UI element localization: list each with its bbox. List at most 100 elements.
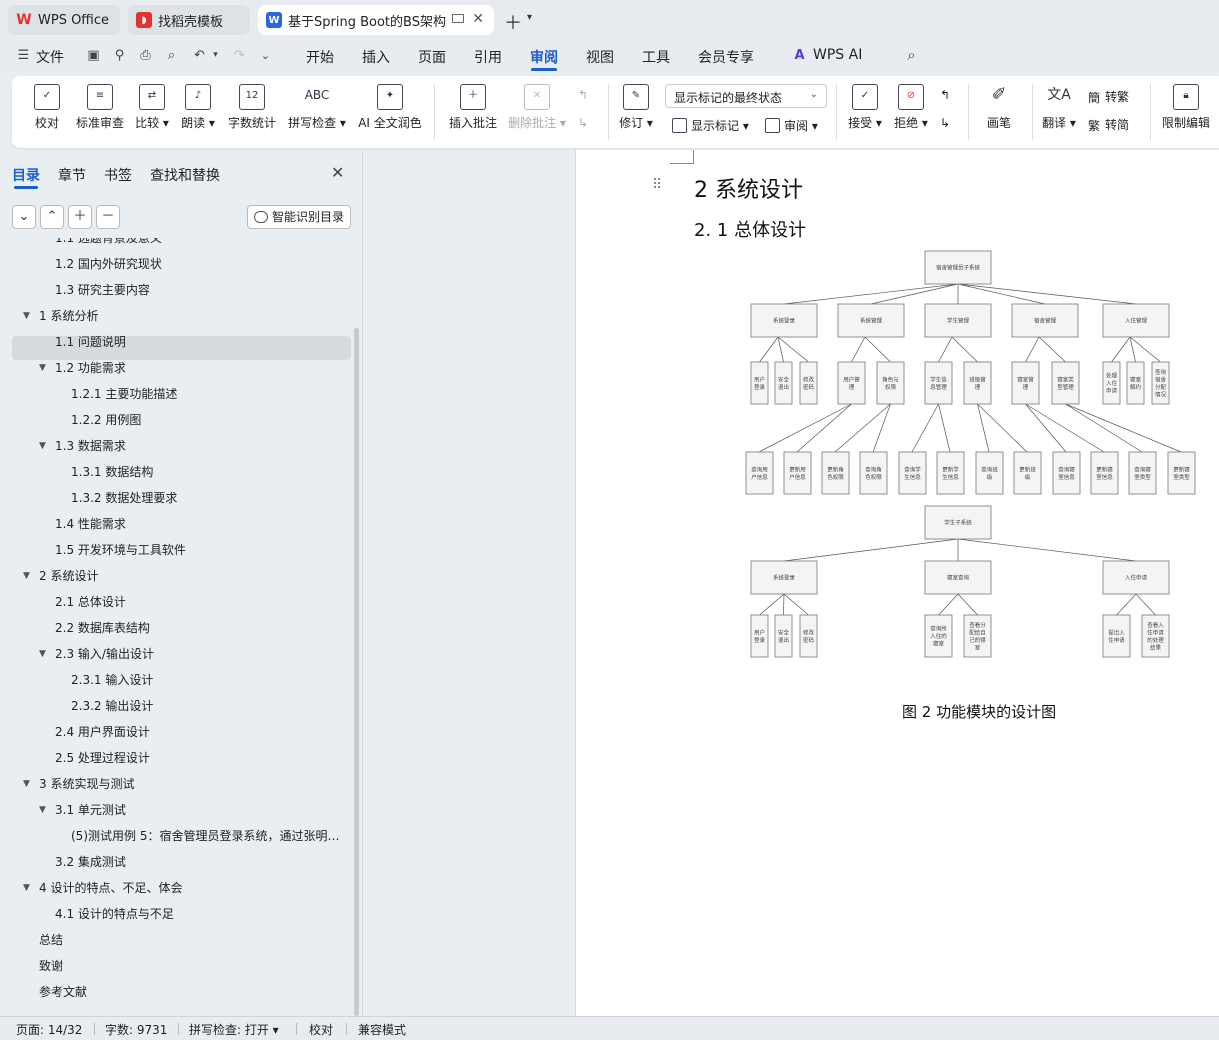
toc-item[interactable]: 1.3.1 数据结构 (71, 459, 340, 485)
status-proofread[interactable]: 校对 (309, 1021, 333, 1038)
toc-item[interactable]: 4.1 设计的特点与不足 (55, 901, 340, 927)
toc-scrollbar[interactable] (354, 328, 359, 1016)
toc-item[interactable]: 1.2.2 用例图 (71, 407, 340, 433)
new-tab-plus-icon[interactable]: ＋ (504, 9, 522, 35)
more-chevron-icon[interactable]: ⌄ (258, 48, 273, 63)
menu-page[interactable]: 页面 (418, 47, 446, 67)
toc-item[interactable]: 参考文献 (39, 979, 340, 1005)
toc-item[interactable]: 致谢 (39, 953, 340, 979)
menu-member[interactable]: 会员专享 (698, 47, 754, 67)
menu-insert[interactable]: 插入 (362, 47, 390, 67)
panel-tab-toc[interactable]: 目录 (12, 165, 40, 185)
undo-icon[interactable]: ↶ (192, 48, 207, 63)
toc-item[interactable]: 3 系统实现与测试 ▼ (23, 771, 340, 797)
show-markup-button[interactable]: 显示标记 ▾ (672, 117, 749, 134)
compare-button[interactable]: ⇄ 比较 ▾ (134, 76, 170, 131)
toc-item[interactable]: (5)测试用例 5：宿舍管理员登录系统，通过张明同学的入住申请 (71, 823, 340, 849)
accept-button[interactable]: ✓ 接受 ▾ (846, 76, 884, 131)
toc-item[interactable]: 2.2 数据库表结构 (55, 615, 340, 641)
toc-item[interactable]: 1.3 数据需求 ▼ (39, 433, 340, 459)
ai-polish-button[interactable]: ✦ AI 全文润色 (356, 76, 424, 131)
expand-arrow-icon[interactable]: ▼ (23, 563, 30, 589)
spell-check-button[interactable]: ABC 拼写检查 ▾ (288, 76, 346, 131)
tab-list-chevron-icon[interactable]: ▾ (527, 12, 532, 23)
expand-arrow-icon[interactable]: ▼ (39, 641, 46, 667)
expand-all-button[interactable]: ＋ (68, 205, 92, 229)
collapse-up-button[interactable]: ⌃ (40, 205, 64, 229)
toc-item[interactable]: 2.4 用户界面设计 (55, 719, 340, 745)
hamburger-icon[interactable]: ☰ (16, 48, 31, 63)
to-traditional-button[interactable]: 簡转繁 (1088, 88, 1129, 105)
standard-review-button[interactable]: ≡ 标准审查 (74, 76, 126, 131)
expand-arrow-icon[interactable]: ▼ (23, 875, 30, 901)
save-icon[interactable]: ▣ (86, 48, 101, 63)
toc-item[interactable]: 2.3 输入/输出设计 ▼ (39, 641, 340, 667)
word-count-button[interactable]: 12 字数统计 (226, 76, 278, 131)
proofread-button[interactable]: ✓ 校对 (32, 76, 62, 131)
collapse-down-button[interactable]: ⌄ (12, 205, 36, 229)
track-changes-button[interactable]: ✎ 修订 ▾ (618, 76, 654, 131)
translate-button[interactable]: 文A 翻译 ▾ (1040, 76, 1078, 131)
reject-button[interactable]: ⊘ 拒绝 ▾ (892, 76, 930, 131)
toc-item[interactable]: 2.3.2 输出设计 (71, 693, 340, 719)
toc-item[interactable]: 4 设计的特点、不足、体会 ▼ (23, 875, 340, 901)
panel-tab-chapters[interactable]: 章节 (58, 165, 86, 185)
toc-item[interactable]: 1.2.1 主要功能描述 (71, 381, 340, 407)
insert-comment-button[interactable]: ＋ 插入批注 (448, 76, 498, 131)
toc-item[interactable]: 1.1 问题说明 (55, 329, 340, 355)
status-spell-check[interactable]: 拼写检查: 打开 ▾ (189, 1021, 279, 1038)
restrict-edit-button[interactable]: 🔒︎ 限制编辑 (1160, 76, 1212, 131)
toc-item[interactable]: 2.3.1 输入设计 (71, 667, 340, 693)
print-preview-icon[interactable]: ⌕ (164, 48, 179, 63)
menu-reference[interactable]: 引用 (474, 47, 502, 67)
toc-item[interactable]: 1.3 研究主要内容 (55, 277, 340, 303)
next-comment-icon[interactable]: ↳ (578, 116, 588, 130)
status-word-count[interactable]: 字数: 9731 (105, 1021, 167, 1038)
monitor-icon[interactable] (452, 14, 464, 23)
heading-2[interactable]: 2. 1 总体设计 (694, 216, 806, 242)
panel-tab-find-replace[interactable]: 查找和替换 (150, 165, 220, 185)
expand-arrow-icon[interactable]: ▼ (39, 797, 46, 823)
undo-chevron-icon[interactable]: ▾ (208, 48, 223, 63)
tab-document[interactable]: W 基于Spring Boot的BS架构学 ✕ (258, 5, 494, 35)
document-page[interactable] (575, 150, 1219, 1016)
expand-arrow-icon[interactable]: ▼ (23, 303, 30, 329)
tab-wps-office[interactable]: W WPS Office (8, 5, 120, 35)
close-panel-icon[interactable]: ✕ (331, 163, 344, 182)
toc-item[interactable]: 1.5 开发环境与工具软件 (55, 537, 340, 563)
menu-tools[interactable]: 工具 (642, 47, 670, 67)
review-pane-button[interactable]: 审阅 ▾ (765, 117, 818, 134)
collapse-all-button[interactable]: － (96, 205, 120, 229)
search-icon[interactable]: ⌕ (904, 48, 919, 63)
figure-caption[interactable]: 图 2 功能模块的设计图 (902, 701, 1056, 722)
smart-toc-button[interactable]: 智能识别目录 (247, 205, 351, 229)
toc-item[interactable]: 2.1 总体设计 (55, 589, 340, 615)
menu-file[interactable]: 文件 (36, 47, 64, 67)
redo-icon[interactable]: ↷ (232, 48, 247, 63)
toc-item[interactable]: 1.1 选题背景及意义 (55, 238, 340, 251)
panel-tab-bookmarks[interactable]: 书签 (104, 165, 132, 185)
menu-view[interactable]: 视图 (586, 47, 614, 67)
to-simplified-button[interactable]: 繁转简 (1088, 116, 1129, 133)
export-icon[interactable]: ⚲ (112, 48, 127, 63)
menu-review[interactable]: 审阅 (530, 47, 558, 67)
print-icon[interactable]: ⎙ (138, 48, 153, 63)
menu-wps-ai[interactable]: WPS AI (813, 47, 862, 63)
delete-comment-button[interactable]: ✕ 删除批注 ▾ (508, 76, 566, 131)
previous-comment-icon[interactable]: ↰ (578, 88, 588, 102)
close-tab-icon[interactable]: ✕ (472, 11, 484, 27)
heading-1[interactable]: 2 系统设计 (694, 172, 803, 204)
toc-item[interactable]: 3.1 单元测试 ▼ (39, 797, 340, 823)
expand-arrow-icon[interactable]: ▼ (39, 355, 46, 381)
toc-item[interactable]: 3.2 集成测试 (55, 849, 340, 875)
status-page[interactable]: 页面: 14/32 (16, 1021, 82, 1038)
toc-item[interactable]: 1.4 性能需求 (55, 511, 340, 537)
toc-item[interactable]: 1.2 国内外研究现状 (55, 251, 340, 277)
pen-button[interactable]: ✐ 画笔 (984, 76, 1014, 131)
expand-arrow-icon[interactable]: ▼ (39, 433, 46, 459)
read-aloud-button[interactable]: ♪ 朗读 ▾ (180, 76, 216, 131)
toc-item[interactable]: 1.3.2 数据处理要求 (71, 485, 340, 511)
drag-handle-icon[interactable]: ⠿ (652, 177, 662, 193)
toc-item[interactable]: 1.2 功能需求 ▼ (39, 355, 340, 381)
tab-docer-templates[interactable]: ◗ 找稻壳模板 (128, 5, 250, 35)
